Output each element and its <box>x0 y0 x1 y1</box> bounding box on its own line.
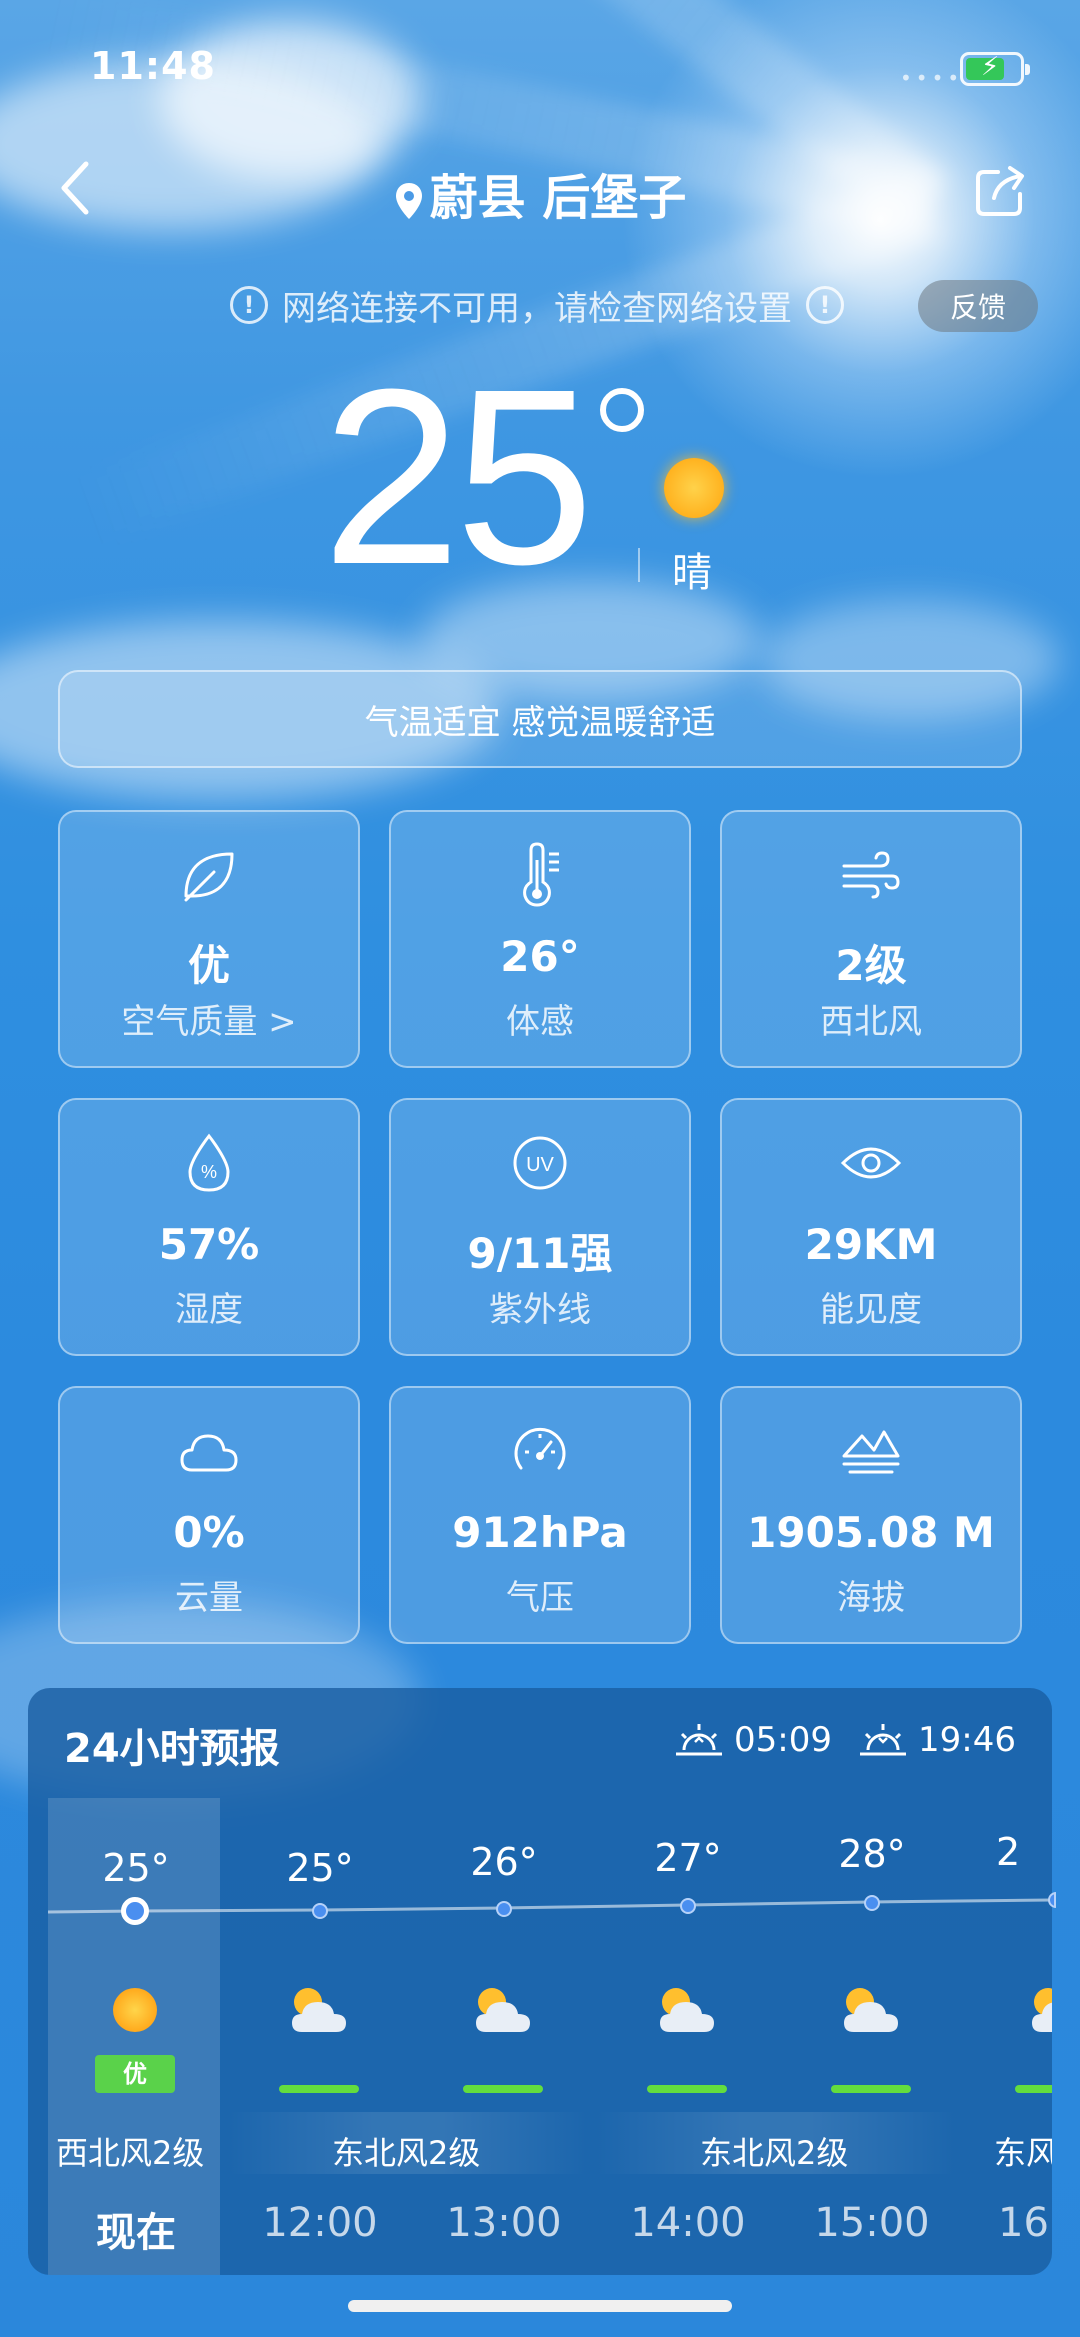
location-name: 蔚县 后堡子 <box>429 170 687 226</box>
temperature-trend-line <box>48 1898 1052 1914</box>
svg-text:%: % <box>201 1162 217 1182</box>
metric-label: 湿度 <box>175 1290 243 1330</box>
metric-value: 29KM <box>804 1220 938 1269</box>
signal-dots-icon: •••• <box>900 66 964 90</box>
metric-value: 0% <box>173 1508 245 1557</box>
wind-label: 东北风2级 <box>700 2134 849 2172</box>
comfort-banner: 气温适宜 感觉温暖舒适 <box>58 670 1022 768</box>
metric-value: 912hPa <box>452 1508 628 1557</box>
aqi-bar <box>463 2085 543 2093</box>
metric-label: 紫外线 <box>489 1290 591 1330</box>
metric-value: 1905.08 M <box>747 1508 995 1557</box>
sunrise: 05:09 <box>674 1720 832 1760</box>
metric-visibility: 29KM 能见度 <box>720 1098 1022 1356</box>
metric-label: 空气质量 > <box>121 1002 297 1042</box>
status-bar: 11:48 •••• ⚡ <box>0 0 1080 130</box>
location-pin-icon <box>395 183 422 219</box>
nav-bar: 蔚县 后堡子 <box>0 150 1080 230</box>
network-notice: ! 网络连接不可用，请检查网络设置 ! <box>230 280 844 330</box>
battery-icon: ⚡ <box>960 52 1030 86</box>
metric-value: 9/11强 <box>467 1229 613 1278</box>
notice-text: 网络连接不可用，请检查网络设置 <box>282 288 792 329</box>
wind-label: 东北风2级 <box>332 2134 481 2172</box>
wind-label: 东风 <box>994 2134 1052 2172</box>
hour-label: 13:00 <box>446 2200 562 2246</box>
sunset-time: 19:46 <box>918 1720 1016 1760</box>
wind-icon <box>842 851 900 899</box>
gauge-icon <box>514 1427 566 1470</box>
info-icon-2: ! <box>806 286 844 324</box>
forecast-title: 24小时预报 <box>64 1726 280 1772</box>
metric-value: 2级 <box>835 941 907 990</box>
metric-humidity: % 57% 湿度 <box>58 1098 360 1356</box>
info-icon: ! <box>230 286 268 324</box>
degree-symbol <box>600 388 644 432</box>
leaf-icon <box>184 852 234 902</box>
hour-temp: 27° <box>654 1836 722 1880</box>
metric-cloud-cover: 0% 云量 <box>58 1386 360 1644</box>
hour-label: 14:00 <box>630 2200 746 2246</box>
hour-label: 12:00 <box>262 2200 378 2246</box>
location-title[interactable]: 蔚县 后堡子 <box>0 158 1080 228</box>
status-time: 11:48 <box>90 44 216 88</box>
metric-feels-like: 26° 体感 <box>389 810 691 1068</box>
hour-temp: 28° <box>838 1832 906 1876</box>
thermometer-icon <box>523 842 559 907</box>
partly-cloudy-icon <box>476 1988 530 2032</box>
aqi-bar <box>279 2085 359 2093</box>
eye-icon <box>840 1147 902 1179</box>
metric-pressure: 912hPa 气压 <box>389 1386 691 1644</box>
sunset-icon <box>860 1724 906 1756</box>
hour-temp: 2 <box>996 1830 1021 1874</box>
aqi-bar <box>647 2085 727 2093</box>
cloud-icon <box>180 1434 238 1472</box>
partly-cloudy-icon <box>292 1988 346 2032</box>
partly-cloudy-icon <box>844 1988 898 2032</box>
metric-uv: UV 9/11强 紫外线 <box>389 1098 691 1356</box>
sunrise-time: 05:09 <box>734 1720 832 1760</box>
partly-cloudy-icon <box>1032 1988 1052 2032</box>
hour-point <box>864 1895 880 1911</box>
hour-point <box>312 1903 328 1919</box>
sunrise-icon <box>676 1724 722 1756</box>
hour-point <box>496 1901 512 1917</box>
current-temperature: 25 <box>322 337 594 616</box>
metric-label: 西北风 <box>820 1002 922 1042</box>
share-button[interactable] <box>972 162 1030 220</box>
hour-label: 现在 <box>96 2210 176 2256</box>
aqi-bar <box>1015 2085 1052 2093</box>
hour-temp: 26° <box>470 1840 538 1884</box>
metric-value: 26° <box>500 932 580 981</box>
uv-icon: UV <box>513 1136 567 1190</box>
weather-condition: 晴 <box>672 550 712 596</box>
hour-point-now <box>121 1897 149 1925</box>
metric-label: 云量 <box>175 1578 243 1618</box>
feedback-button[interactable]: 反馈 <box>918 280 1038 332</box>
share-icon <box>976 166 1024 216</box>
metric-value: 57% <box>158 1220 260 1269</box>
hour-label: 15:00 <box>814 2200 930 2246</box>
metric-wind: 2级 西北风 <box>720 810 1022 1068</box>
metric-label: 海拔 <box>837 1578 905 1618</box>
partly-cloudy-icon <box>660 1988 714 2032</box>
sun-icon <box>664 458 724 518</box>
metric-value: 优 <box>187 941 230 990</box>
sunset: 19:46 <box>858 1720 1016 1760</box>
humidity-drop-icon: % <box>188 1133 230 1192</box>
svg-text:UV: UV <box>526 1154 554 1176</box>
sun-icon <box>113 1988 157 2032</box>
hour-label: 16: <box>998 2200 1052 2246</box>
metric-air-quality[interactable]: 优 空气质量 > <box>58 810 360 1068</box>
aqi-badge: 优 <box>95 2055 175 2093</box>
hour-point <box>680 1898 696 1914</box>
aqi-bar <box>831 2085 911 2093</box>
metric-label: 气压 <box>506 1578 574 1618</box>
mountain-icon <box>842 1430 900 1474</box>
wind-label: 西北风2级 <box>56 2134 205 2172</box>
metric-label: 体感 <box>506 1002 574 1042</box>
metric-altitude: 1905.08 M 海拔 <box>720 1386 1022 1644</box>
metric-label: 能见度 <box>820 1290 922 1330</box>
home-indicator[interactable] <box>348 2300 732 2312</box>
